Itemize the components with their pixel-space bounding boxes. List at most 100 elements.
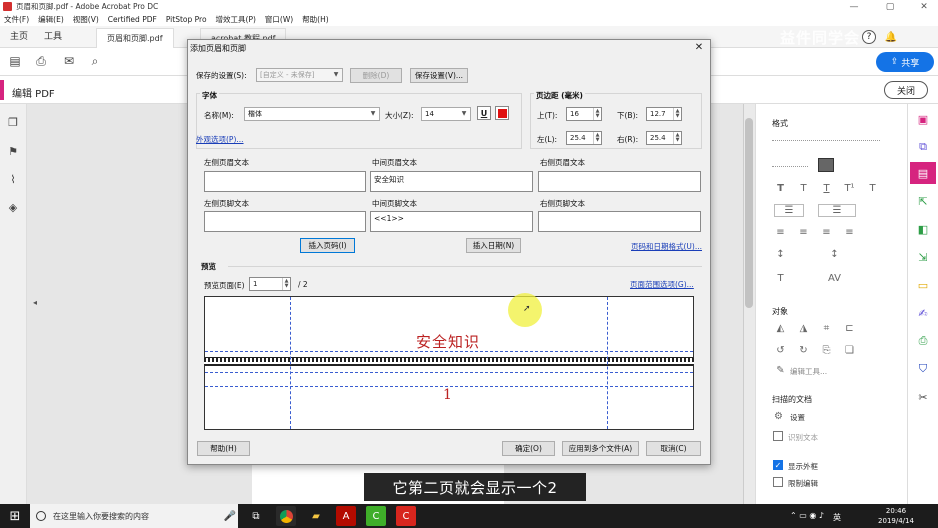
clock[interactable]: 20:46 2019/4/14 [856, 506, 936, 526]
gear-icon[interactable]: ⚙ [772, 410, 785, 423]
spinner-arrows-icon[interactable]: ▲ ▼ [282, 278, 290, 290]
align-justify-icon[interactable]: ≡ [843, 226, 856, 239]
superscript-icon[interactable]: T¹ [843, 182, 856, 195]
underline-toggle-button[interactable]: U [477, 106, 491, 120]
text-size-icon[interactable]: T [774, 182, 787, 195]
camtasia-icon[interactable]: C [366, 506, 386, 526]
more-tools-icon[interactable]: ✂ [910, 386, 936, 408]
help-button[interactable]: 帮助(H) [197, 441, 250, 456]
acrobat-taskbar-icon[interactable]: A [336, 506, 356, 526]
collapse-left-arrow-icon[interactable]: ◂ [33, 298, 37, 307]
saved-settings-select[interactable]: [自定义 - 未保存] ▼ [256, 68, 343, 82]
text-color-swatch[interactable] [818, 158, 834, 172]
recognize-text-checkbox[interactable] [773, 431, 783, 441]
close-window-button[interactable]: ✕ [912, 0, 936, 13]
start-button[interactable]: ⊞ [0, 504, 30, 528]
spinner-arrows-icon[interactable]: ▲ ▼ [673, 108, 681, 120]
menu-file[interactable]: 文件(F) [4, 14, 29, 25]
combine-files-icon[interactable]: ⧉ [910, 136, 936, 158]
taskbar-search[interactable]: 在这里输入你要搜索的内容 [30, 504, 238, 528]
crop-icon[interactable]: ⌗ [820, 322, 833, 335]
subscript-icon[interactable]: T [866, 182, 879, 195]
bottom-margin-input[interactable]: 12.7 ▲ ▼ [646, 107, 682, 121]
font-size-select[interactable]: 14 ▼ [421, 107, 471, 121]
spinner-arrows-icon[interactable]: ▲ ▼ [673, 132, 681, 144]
align-left-icon[interactable]: ≡ [774, 226, 787, 239]
align-right-icon[interactable]: ≡ [820, 226, 833, 239]
print-icon[interactable]: ⎙ [34, 54, 48, 68]
rotate-left-icon[interactable]: ↺ [774, 344, 787, 357]
tab-home[interactable]: 主页 [2, 26, 36, 48]
comment-icon[interactable]: ▭ [910, 274, 936, 296]
spinner-arrows-icon[interactable]: ▲ ▼ [593, 132, 601, 144]
search-icon[interactable]: ⌕ [88, 54, 102, 68]
arrange-icon[interactable]: ❏ [843, 344, 856, 357]
restrict-edit-checkbox[interactable] [773, 477, 783, 487]
task-view-icon[interactable]: ⧉ [246, 506, 266, 526]
bullet-list-icon[interactable]: ☰ [774, 204, 804, 217]
font-color-button[interactable] [495, 106, 509, 120]
align-objects-icon[interactable]: ⊏ [843, 322, 856, 335]
organize-pages-icon[interactable]: ◧ [910, 218, 936, 240]
export-icon[interactable]: ⇲ [910, 246, 936, 268]
show-bbox-checkbox[interactable]: ✓ [773, 460, 783, 470]
bookmark-icon[interactable]: ⚑ [6, 144, 20, 158]
right-header-input[interactable] [538, 171, 701, 192]
top-margin-input[interactable]: 16 ▲ ▼ [566, 107, 602, 121]
delete-settings-button[interactable]: 删除(D) [350, 68, 402, 83]
pages-icon[interactable]: ❐ [6, 115, 20, 129]
maximize-button[interactable]: ▢ [878, 0, 902, 13]
page-date-format-link[interactable]: 页码和日期格式(U)... [631, 241, 702, 252]
character-spacing-icon[interactable]: AV [828, 272, 841, 285]
menu-edit[interactable]: 编辑(E) [38, 14, 64, 25]
left-margin-input[interactable]: 25.4 ▲ ▼ [566, 131, 602, 145]
export-pdf-icon[interactable]: ▣ [910, 108, 936, 130]
paragraph-spacing-icon[interactable]: ↕ [828, 248, 841, 261]
ime-indicator[interactable]: 英 [833, 512, 841, 523]
spinner-arrows-icon[interactable]: ▲ ▼ [593, 108, 601, 120]
horizontal-scale-icon[interactable]: T [774, 272, 787, 285]
appearance-options-link[interactable]: 外观选项(P)... [196, 134, 244, 145]
layers-icon[interactable]: ◈ [6, 200, 20, 214]
edit-pdf-tool-icon[interactable]: ▤ [910, 162, 936, 184]
menu-help[interactable]: 帮助(H) [302, 14, 329, 25]
italic-text-icon[interactable]: T [797, 182, 810, 195]
align-center-icon[interactable]: ≡ [797, 226, 810, 239]
attachment-icon[interactable]: ⌇ [6, 172, 20, 186]
file-explorer-icon[interactable]: ▰ [306, 506, 326, 526]
ok-button[interactable]: 确定(O) [502, 441, 555, 456]
menu-plugins[interactable]: 增效工具(P) [216, 14, 256, 25]
menu-pitstop[interactable]: PitStop Pro [166, 15, 207, 24]
flip-vertical-icon[interactable]: ◭ [774, 322, 787, 335]
tray-icons[interactable]: ⌃ ▭ ◉ ♪ [790, 511, 824, 520]
left-footer-input[interactable] [204, 211, 366, 232]
cancel-button[interactable]: 取消(C) [646, 441, 701, 456]
mail-icon[interactable]: ✉ [62, 54, 76, 68]
preview-page-input[interactable]: 1 ▲ ▼ [249, 277, 291, 291]
bell-icon[interactable]: 🔔 [884, 30, 898, 44]
rotate-right-icon[interactable]: ↻ [797, 344, 810, 357]
scrollbar-thumb[interactable] [745, 118, 753, 308]
right-margin-input[interactable]: 25.4 ▲ ▼ [646, 131, 682, 145]
numbered-list-icon[interactable]: ☰ [818, 204, 856, 217]
left-header-input[interactable] [204, 171, 366, 192]
replace-image-icon[interactable]: ⎘ [820, 344, 833, 357]
dialog-close-icon[interactable]: ✕ [693, 41, 705, 53]
font-family-dropdown[interactable] [772, 140, 880, 141]
chrome-icon[interactable] [276, 506, 296, 526]
protect-icon[interactable]: ⛉ [910, 358, 936, 380]
edit-tools-label[interactable]: 编辑工具... [790, 366, 827, 377]
center-header-input[interactable]: 安全知识 [370, 171, 533, 192]
fill-sign-icon[interactable]: ✍ [910, 302, 936, 324]
page-range-options-link[interactable]: 页面范围选项(G)... [630, 279, 694, 290]
insert-date-button[interactable]: 插入日期(N) [466, 238, 521, 253]
minimize-button[interactable]: — [842, 0, 866, 13]
print-production-icon[interactable]: ⎙ [910, 330, 936, 352]
share-button[interactable]: ⇪ 共享 [876, 52, 934, 72]
font-size-dropdown[interactable] [772, 166, 808, 167]
menu-certified-pdf[interactable]: Certified PDF [108, 15, 157, 24]
edit-tool-icon[interactable]: ✎ [774, 364, 787, 377]
menu-window[interactable]: 窗口(W) [265, 14, 293, 25]
tab-document-active[interactable]: 页眉和页脚.pdf [96, 28, 174, 48]
tab-tools[interactable]: 工具 [36, 26, 70, 48]
